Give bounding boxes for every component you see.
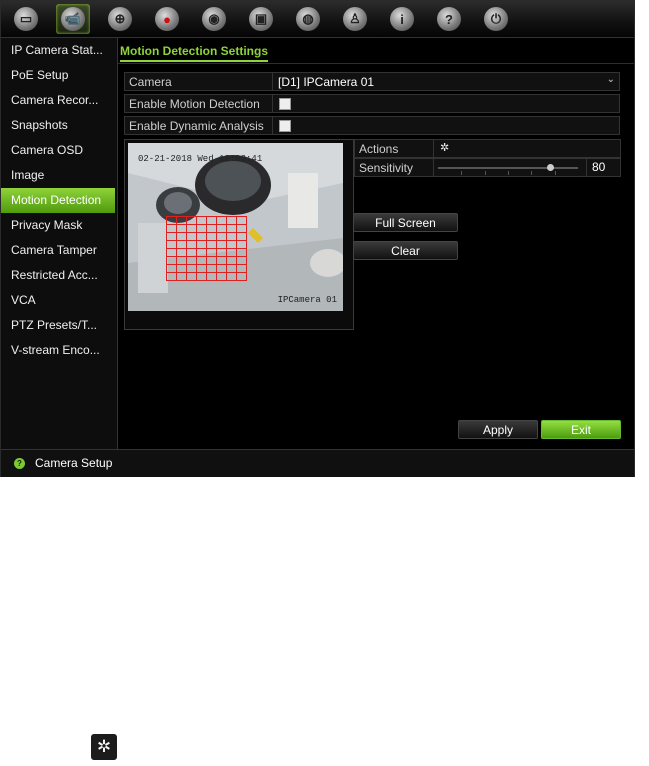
- sensitivity-slider[interactable]: [438, 164, 578, 175]
- toolbar-button-network[interactable]: ⊕: [103, 4, 137, 34]
- sensitivity-control: 80: [433, 159, 620, 176]
- toolbar-button-camera[interactable]: 📹: [56, 4, 90, 34]
- exit-button[interactable]: Exit: [541, 420, 621, 439]
- status-text: Camera Setup: [35, 456, 113, 470]
- camera-select-value: [D1] IPCamera 01: [278, 75, 375, 89]
- help-icon: ?: [14, 458, 25, 469]
- user-icon: ♙: [343, 7, 367, 31]
- enable-motion-row: Enable Motion Detection: [124, 94, 620, 113]
- gear-icon: ✲: [91, 734, 117, 760]
- sidebar-item-ip-camera-stat[interactable]: IP Camera Stat...: [1, 38, 117, 63]
- enable-motion-value: [272, 95, 619, 112]
- slider-tick: [484, 171, 486, 175]
- sidebar-item-camera-osd[interactable]: Camera OSD: [1, 138, 117, 163]
- preview-osd-camera-name: IPCamera 01: [277, 295, 337, 305]
- hdd-icon: ◍: [296, 7, 320, 31]
- toolbar-button-power[interactable]: ⏻: [479, 4, 513, 34]
- toolbar-button-user[interactable]: ♙: [338, 4, 372, 34]
- sidebar-item-camera-recor[interactable]: Camera Recor...: [1, 88, 117, 113]
- tab-motion-detection-settings[interactable]: Motion Detection Settings: [120, 44, 268, 62]
- sidebar-item-image[interactable]: Image: [1, 163, 117, 188]
- enable-dynamic-value: [272, 117, 619, 134]
- network-icon: ⊕: [108, 7, 132, 31]
- sidebar-item-poe-setup[interactable]: PoE Setup: [1, 63, 117, 88]
- camera-select[interactable]: [D1] IPCamera 01 ⌄: [272, 73, 619, 90]
- actions-row: Actions ✲: [354, 139, 621, 158]
- full-screen-button[interactable]: Full Screen: [353, 213, 458, 232]
- sensitivity-row: Sensitivity 80: [354, 158, 621, 177]
- record-icon: ●: [155, 7, 179, 31]
- toolbar-button-monitor[interactable]: ▭: [9, 4, 43, 34]
- sidebar-menu: IP Camera Stat... PoE Setup Camera Recor..…: [1, 38, 118, 449]
- enable-dynamic-label: Enable Dynamic Analysis: [129, 119, 264, 133]
- help-icon: ?: [437, 7, 461, 31]
- camera-row: Camera [D1] IPCamera 01 ⌄: [124, 72, 620, 91]
- camera-label: Camera: [129, 75, 172, 89]
- top-toolbar: ▭ 📹 ⊕ ● ◉ ▣ ◍ ♙ i? ⏻: [1, 1, 634, 38]
- toolbar-button-device[interactable]: ▣: [244, 4, 278, 34]
- sidebar-item-v-stream-enco[interactable]: V-stream Enco...: [1, 338, 117, 363]
- device-icon: ▣: [249, 7, 273, 31]
- sidebar-item-motion-detection[interactable]: Motion Detection: [1, 188, 115, 213]
- alarm-icon: ◉: [202, 7, 226, 31]
- power-icon: ⏻: [484, 7, 508, 31]
- motion-detection-grid[interactable]: [166, 216, 247, 281]
- camera-preview[interactable]: 02-21-2018 Wed 12:03:41 IPCamera 01: [128, 143, 343, 311]
- actions-label: Actions: [359, 142, 399, 156]
- slider-tick: [554, 171, 556, 175]
- toolbar-button-record[interactable]: ●: [150, 4, 184, 34]
- enable-dynamic-checkbox[interactable]: [279, 120, 291, 132]
- slider-tick: [531, 171, 533, 175]
- sidebar-item-restricted-acc[interactable]: Restricted Acc...: [1, 263, 117, 288]
- sensitivity-value: 80: [586, 159, 620, 176]
- sensitivity-slider-handle[interactable]: [547, 164, 554, 171]
- sidebar-item-vca[interactable]: VCA: [1, 288, 117, 313]
- tab-divider: [118, 63, 634, 64]
- enable-motion-checkbox[interactable]: [279, 98, 291, 110]
- camera-icon: 📹: [61, 7, 85, 31]
- sensitivity-label: Sensitivity: [359, 161, 414, 175]
- enable-motion-label: Enable Motion Detection: [129, 97, 260, 111]
- chevron-down-icon: ⌄: [606, 74, 615, 85]
- toolbar-button-help[interactable]: ?: [432, 4, 466, 34]
- toolbar-button-info[interactable]: i: [385, 4, 419, 34]
- sidebar-item-privacy-mask[interactable]: Privacy Mask: [1, 213, 117, 238]
- preview-osd-datetime: 02-21-2018 Wed 12:03:41: [138, 154, 263, 164]
- main-panel: Motion Detection Settings Camera [D1] IP…: [118, 38, 634, 449]
- monitor-icon: ▭: [14, 7, 38, 31]
- sidebar-item-ptz-presets-t[interactable]: PTZ Presets/T...: [1, 313, 117, 338]
- sidebar-item-snapshots[interactable]: Snapshots: [1, 113, 117, 138]
- sidebar-item-camera-tamper[interactable]: Camera Tamper: [1, 238, 117, 263]
- status-bar: ? Camera Setup: [1, 449, 634, 477]
- gear-icon[interactable]: ✲: [440, 141, 449, 154]
- apply-button[interactable]: Apply: [458, 420, 538, 439]
- camera-preview-frame: 02-21-2018 Wed 12:03:41 IPCamera 01: [124, 139, 354, 330]
- toolbar-button-alarm[interactable]: ◉: [197, 4, 231, 34]
- info-icon: i: [390, 7, 414, 31]
- slider-tick: [461, 171, 463, 175]
- enable-dynamic-row: Enable Dynamic Analysis: [124, 116, 620, 135]
- toolbar-button-hdd[interactable]: ◍: [291, 4, 325, 34]
- camera-setup-window: ▭ 📹 ⊕ ● ◉ ▣ ◍ ♙ i? ⏻ IP Camera Stat... PoE Setup Ca…: [0, 0, 635, 477]
- clear-button[interactable]: Clear: [353, 241, 458, 260]
- actions-value: ✲: [433, 140, 620, 157]
- slider-tick: [508, 171, 509, 175]
